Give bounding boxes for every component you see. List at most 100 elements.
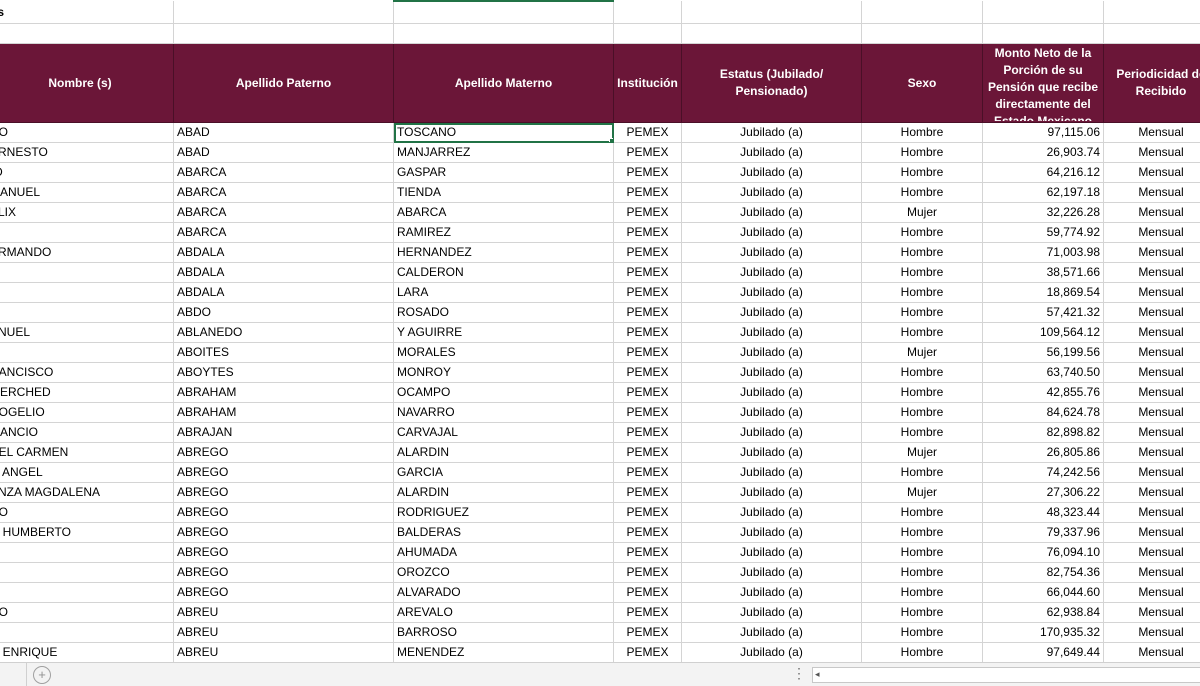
cell-periodicidad[interactable]: Mensual (1104, 243, 1200, 263)
cell-estatus[interactable]: Jubilado (a) (682, 503, 862, 523)
empty-cell[interactable] (614, 1, 682, 24)
cell-nombre[interactable]: O HUMBERTO (0, 523, 174, 543)
cell-estatus[interactable]: Jubilado (a) (682, 323, 862, 343)
cell-institucion[interactable]: PEMEX (614, 583, 682, 603)
cell-apellido-paterno[interactable]: ABLANEDO (174, 323, 394, 343)
cell-periodicidad[interactable]: Mensual (1104, 303, 1200, 323)
cell-estatus[interactable]: Jubilado (a) (682, 403, 862, 423)
cell-apellido-materno[interactable]: BARROSO (394, 623, 614, 643)
cell-apellido-materno[interactable]: Y AGUIRRE (394, 323, 614, 343)
cell-institucion[interactable]: PEMEX (614, 423, 682, 443)
cell-monto[interactable]: 66,044.60 (983, 583, 1104, 603)
cell-estatus[interactable]: Jubilado (a) (682, 123, 862, 143)
cell-institucion[interactable]: PEMEX (614, 603, 682, 623)
cell-sexo[interactable]: Hombre (862, 363, 983, 383)
cell-apellido-materno[interactable]: ALARDIN (394, 443, 614, 463)
cell-estatus[interactable]: Jubilado (a) (682, 463, 862, 483)
cell-apellido-paterno[interactable]: ABAD (174, 143, 394, 163)
cell-periodicidad[interactable]: Mensual (1104, 583, 1200, 603)
cell-apellido-materno[interactable]: MENENDEZ (394, 643, 614, 663)
cell-estatus[interactable]: Jubilado (a) (682, 343, 862, 363)
cell-apellido-materno[interactable]: ABARCA (394, 203, 614, 223)
cell-institucion[interactable]: PEMEX (614, 463, 682, 483)
cell-apellido-materno[interactable]: GASPAR (394, 163, 614, 183)
cell-apellido-materno[interactable]: ROSADO (394, 303, 614, 323)
cell-institucion[interactable]: PEMEX (614, 403, 682, 423)
cell-periodicidad[interactable]: Mensual (1104, 183, 1200, 203)
empty-cell[interactable] (983, 1, 1104, 24)
empty-cell[interactable] (394, 1, 614, 24)
cell-nombre[interactable]: ROGELIO (0, 403, 174, 423)
empty-cell[interactable] (0, 24, 174, 44)
cell-estatus[interactable]: Jubilado (a) (682, 543, 862, 563)
cell-monto[interactable]: 42,855.76 (983, 383, 1104, 403)
cell-monto[interactable]: 26,805.86 (983, 443, 1104, 463)
cell-apellido-materno[interactable]: OROZCO (394, 563, 614, 583)
cell-periodicidad[interactable]: Mensual (1104, 203, 1200, 223)
cell-sexo[interactable]: Hombre (862, 643, 983, 663)
cell-apellido-paterno[interactable]: ABOYTES (174, 363, 394, 383)
header-apellido-paterno[interactable]: Apellido Paterno (174, 44, 394, 123)
cell-sexo[interactable]: Hombre (862, 123, 983, 143)
add-sheet-icon[interactable]: + (33, 666, 51, 684)
cell-institucion[interactable]: PEMEX (614, 243, 682, 263)
cell-sexo[interactable]: Hombre (862, 463, 983, 483)
cell-monto[interactable]: 97,115.06 (983, 123, 1104, 143)
cell-monto[interactable]: 71,003.98 (983, 243, 1104, 263)
cell-institucion[interactable]: PEMEX (614, 323, 682, 343)
empty-cell[interactable] (862, 1, 983, 24)
cell-periodicidad[interactable]: Mensual (1104, 263, 1200, 283)
cell-apellido-paterno[interactable]: ABARCA (174, 203, 394, 223)
cell-apellido-materno[interactable]: MORALES (394, 343, 614, 363)
cell-nombre[interactable]: ANUEL (0, 323, 174, 343)
cell-sexo[interactable]: Hombre (862, 583, 983, 603)
cell-estatus[interactable]: Jubilado (a) (682, 583, 862, 603)
cell-monto[interactable]: 62,197.18 (983, 183, 1104, 203)
cell-sexo[interactable]: Hombre (862, 243, 983, 263)
cell-monto[interactable]: 82,898.82 (983, 423, 1104, 443)
cell-nombre[interactable]: ELIX (0, 203, 174, 223)
cell-periodicidad[interactable]: Mensual (1104, 223, 1200, 243)
cell-nombre[interactable] (0, 303, 174, 323)
more-options-icon[interactable]: ⋮ (792, 665, 806, 682)
cell-sexo[interactable]: Hombre (862, 263, 983, 283)
cell-apellido-paterno[interactable]: ABRAHAM (174, 403, 394, 423)
cell-estatus[interactable]: Jubilado (a) (682, 383, 862, 403)
cell-periodicidad[interactable]: Mensual (1104, 343, 1200, 363)
fill-handle[interactable] (609, 138, 614, 143)
cell-nombre[interactable]: MANUEL (0, 183, 174, 203)
cell-apellido-paterno[interactable]: ABREGO (174, 463, 394, 483)
cell-periodicidad[interactable]: Mensual (1104, 483, 1200, 503)
cell-estatus[interactable]: Jubilado (a) (682, 263, 862, 283)
cell-nombre[interactable] (0, 543, 174, 563)
cell-monto[interactable]: 27,306.22 (983, 483, 1104, 503)
cell-monto[interactable]: 82,754.36 (983, 563, 1104, 583)
cell-sexo[interactable]: Hombre (862, 503, 983, 523)
cell-monto[interactable]: 64,216.12 (983, 163, 1104, 183)
cell-apellido-paterno[interactable]: ABARCA (174, 163, 394, 183)
cell-sexo[interactable]: Hombre (862, 143, 983, 163)
cell-apellido-paterno[interactable]: ABARCA (174, 183, 394, 203)
cell-periodicidad[interactable]: Mensual (1104, 543, 1200, 563)
cell-nombre[interactable]: RANCISCO (0, 363, 174, 383)
cell-institucion[interactable]: PEMEX (614, 523, 682, 543)
cell-periodicidad[interactable]: Mensual (1104, 163, 1200, 183)
cell-apellido-materno[interactable]: CALDERON (394, 263, 614, 283)
cell-periodicidad[interactable]: Mensual (1104, 383, 1200, 403)
empty-cell[interactable] (983, 24, 1104, 44)
cell-periodicidad[interactable]: Mensual (1104, 323, 1200, 343)
cell-periodicidad[interactable]: Mensual (1104, 603, 1200, 623)
cell-estatus[interactable]: Jubilado (a) (682, 623, 862, 643)
cell-periodicidad[interactable]: Mensual (1104, 443, 1200, 463)
cell-monto[interactable]: 74,242.56 (983, 463, 1104, 483)
cell-estatus[interactable]: Jubilado (a) (682, 603, 862, 623)
cell-estatus[interactable]: Jubilado (a) (682, 483, 862, 503)
cell-monto[interactable]: 32,226.28 (983, 203, 1104, 223)
cell-estatus[interactable]: Jubilado (a) (682, 423, 862, 443)
cell-apellido-materno[interactable]: LARA (394, 283, 614, 303)
cell-sexo[interactable]: Mujer (862, 343, 983, 363)
cell-apellido-materno[interactable]: HERNANDEZ (394, 243, 614, 263)
cell-institucion[interactable]: PEMEX (614, 343, 682, 363)
cell-apellido-materno[interactable]: CARVAJAL (394, 423, 614, 443)
cell-monto[interactable]: 84,624.78 (983, 403, 1104, 423)
